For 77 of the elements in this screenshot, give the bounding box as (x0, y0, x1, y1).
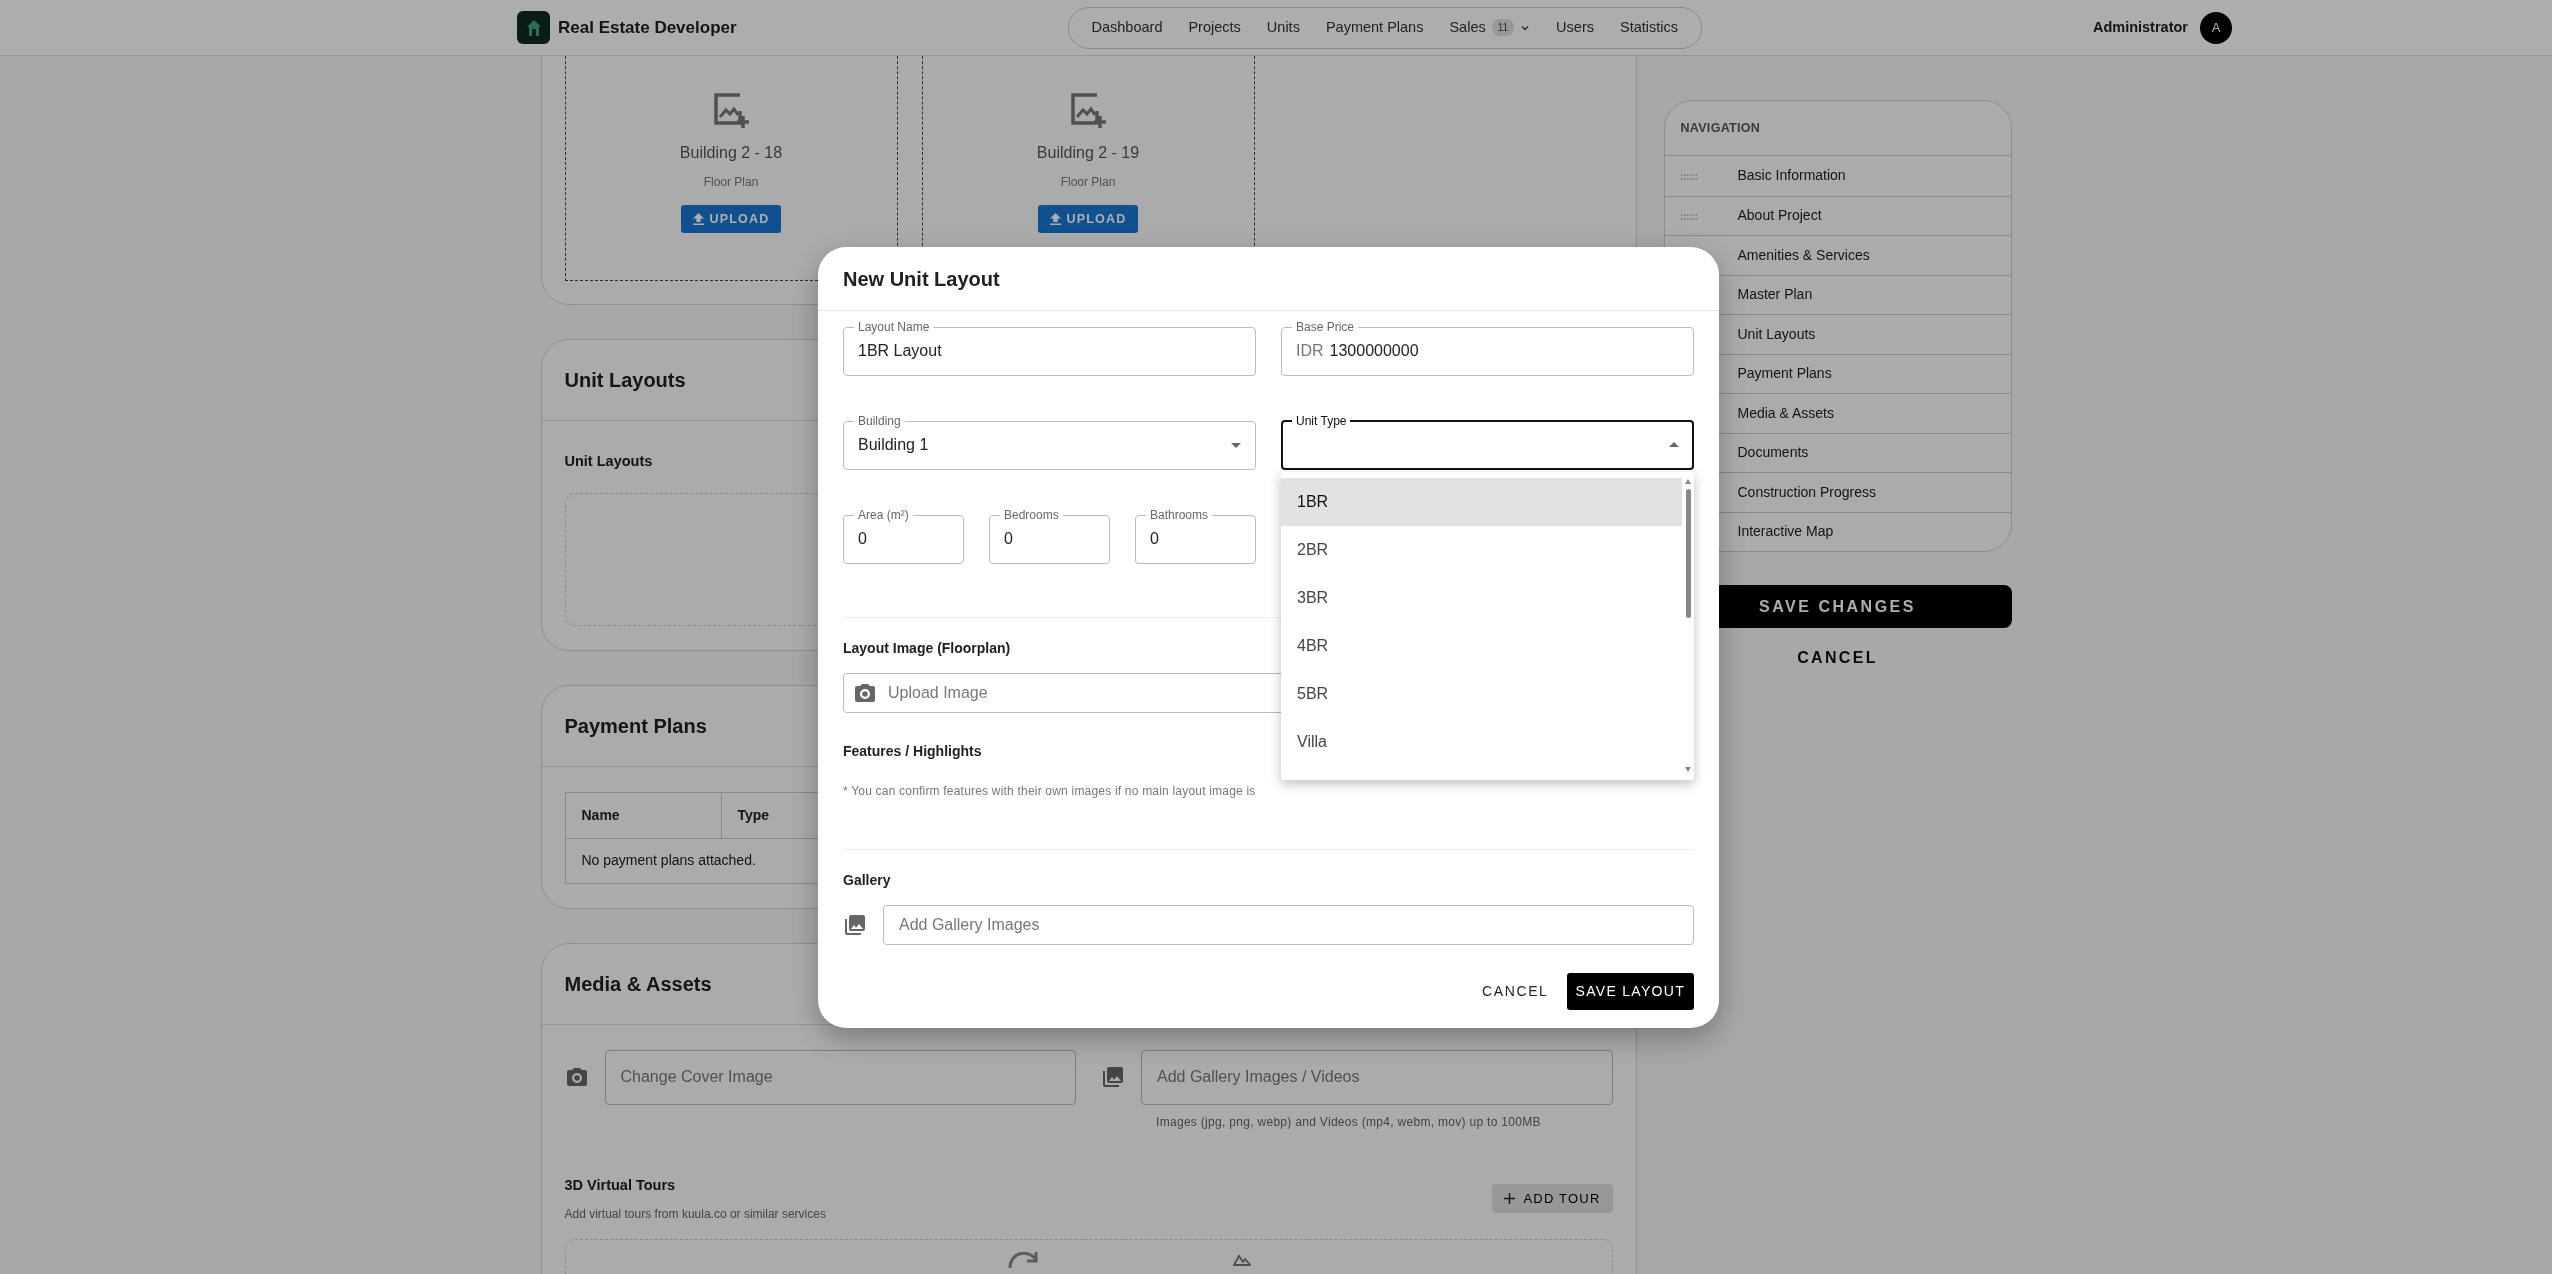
panel-heading: NAVIGATION (1664, 101, 2011, 156)
subsection-title: 3D Virtual Tours (564, 1175, 677, 1195)
cancel-button[interactable]: CANCEL (1474, 973, 1557, 1010)
file-field[interactable]: Add Gallery Images (883, 905, 1694, 945)
empty-message: No payment plans attached. (580, 851, 757, 871)
section-heading: Features / Highlights (843, 742, 982, 761)
nav-link[interactable]: Projects (1175, 16, 1254, 39)
select-field[interactable]: Unit Type (1281, 414, 1694, 470)
nav-item-label: Construction Progress (1737, 482, 1876, 502)
save-layout-button[interactable]: SAVE LAYOUT (1566, 973, 1694, 1010)
nav-link[interactable]: Sales 11 (1436, 16, 1544, 39)
input-field[interactable]: Area (m²) 0 (843, 508, 964, 564)
cancel-button[interactable]: CANCEL (1787, 642, 1888, 674)
select-field[interactable]: Building Building 1 (843, 414, 1256, 470)
input-value[interactable]: 0 (1150, 527, 1241, 551)
tile-title: Building 2 - 18 (679, 142, 783, 163)
caret-icon (1669, 442, 1679, 447)
field-label: Area (m²) (857, 508, 910, 522)
dialog-title: New Unit Layout (818, 247, 1719, 311)
nav-item-label: Interactive Map (1737, 522, 1834, 542)
upload-icon (1049, 213, 1061, 225)
nav-link[interactable]: Payment Plans (1312, 16, 1437, 39)
field-label: Layout Name (857, 320, 931, 334)
upload-button[interactable]: UPLOAD (680, 204, 782, 234)
nav-item-label: About Project (1737, 206, 1822, 226)
helper-text: * You can confirm features with their own images if no main layout image is (843, 783, 1257, 800)
select-value[interactable]: Building 1 (858, 433, 1231, 457)
nav-item[interactable]: Basic Information (1664, 156, 2011, 196)
nav-item-label: Media & Assets (1737, 403, 1834, 423)
dropdown-option[interactable]: 1BR (1281, 478, 1682, 526)
nav-item-label: Unit Layouts (1737, 324, 1816, 344)
file-field[interactable]: Add Gallery Images / Videos (1141, 1049, 1613, 1105)
nav-item-label: Payment Plans (1737, 364, 1832, 384)
gallery-icon (1101, 1064, 1125, 1089)
input-value[interactable]: 0 (858, 527, 949, 551)
gallery-icon (843, 913, 867, 937)
nav-link[interactable]: Units (1253, 16, 1313, 39)
input-field[interactable]: Bathrooms 0 (1135, 508, 1256, 564)
nav-item-label: Basic Information (1737, 166, 1846, 186)
field-label: Bathrooms (1149, 508, 1210, 522)
nav-item-label: Master Plan (1737, 285, 1813, 305)
upload-icon (692, 213, 704, 225)
column-header: Type (736, 805, 771, 825)
subsection-title: Unit Layouts (564, 452, 654, 471)
helper-text: Add virtual tours from kuula.co or similar services (564, 1205, 826, 1223)
nav-item[interactable]: About Project (1664, 195, 2011, 235)
input-field[interactable]: Layout Name 1BR Layout (843, 320, 1256, 376)
mountain-icon (1232, 1253, 1251, 1266)
plus-icon (1504, 1193, 1516, 1205)
caret-icon (1231, 442, 1241, 448)
add-tour-button[interactable]: ADD TOUR (1492, 1183, 1613, 1214)
upload-button[interactable]: UPLOAD (1037, 204, 1139, 234)
tile-subtitle: Floor Plan (703, 173, 759, 191)
nav-link[interactable]: Users (1543, 16, 1607, 39)
file-field[interactable]: Change Cover Image (604, 1049, 1076, 1105)
count-badge: 11 (1491, 19, 1515, 36)
section-heading: Layout Image (Floorplan) (843, 639, 1011, 658)
tile-title: Building 2 - 19 (1036, 142, 1140, 163)
brand-name: Real Estate Developer (558, 16, 737, 39)
input-field[interactable]: Bedrooms 0 (989, 508, 1110, 564)
input-field[interactable]: Base Price IDR 1300000000 (1281, 320, 1694, 376)
section-heading: Gallery (843, 871, 891, 890)
currency-prefix: IDR (1296, 341, 1324, 361)
user-avatar[interactable]: A (2200, 11, 2232, 44)
camera-icon (853, 681, 877, 705)
input-value[interactable]: 0 (1004, 527, 1095, 551)
nav-link[interactable]: Statistics (1606, 16, 1691, 39)
field-label: Base Price (1295, 320, 1356, 334)
field-label: Bedrooms (1003, 508, 1060, 522)
input-value[interactable]: 1BR Layout (858, 339, 1241, 363)
column-header: Name (565, 792, 722, 838)
user-name: Administrator (2092, 17, 2188, 37)
tile-subtitle: Floor Plan (1060, 173, 1116, 191)
helper-text: Images (jpg, png, webp) and Videos (mp4, webm, mov) up to 100MB (1155, 1113, 1542, 1131)
nav-item-label: Amenities & Services (1737, 245, 1870, 265)
nav-link[interactable]: Dashboard (1078, 16, 1176, 39)
nav-item-label: Documents (1737, 443, 1809, 463)
